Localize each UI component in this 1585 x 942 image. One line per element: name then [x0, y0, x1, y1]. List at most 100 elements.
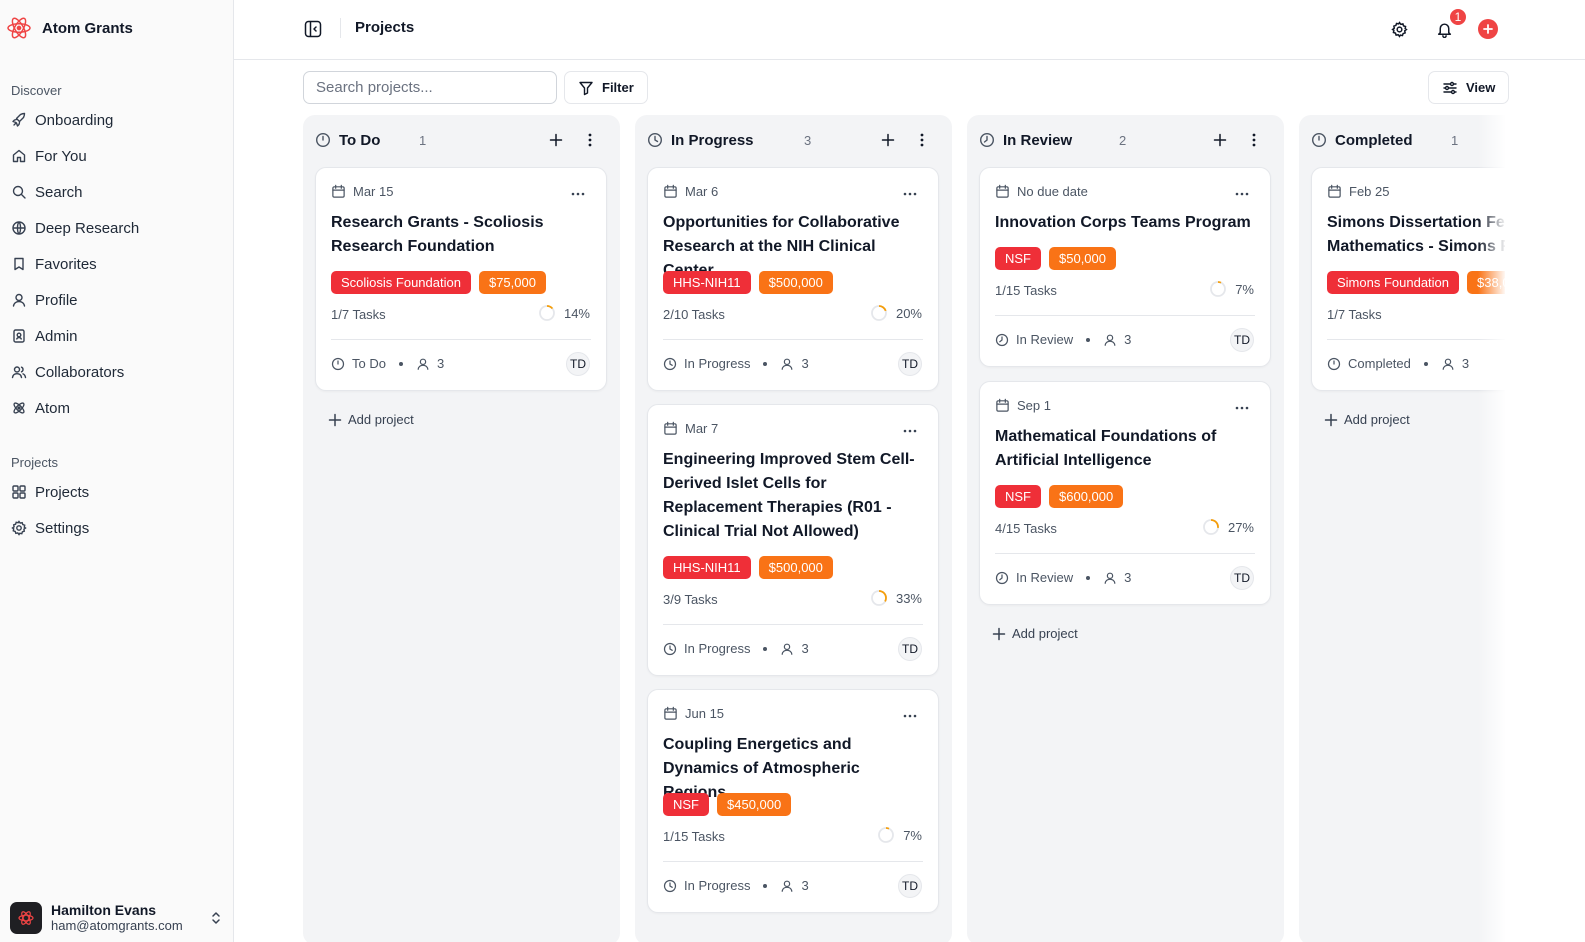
- progress-text: 27%: [1227, 519, 1254, 535]
- column-title: To Do: [339, 131, 381, 149]
- agency-tag: NSF: [663, 793, 709, 816]
- card-progress: 7%: [1209, 280, 1254, 298]
- filter-button[interactable]: Filter: [564, 71, 648, 104]
- user-name: Hamilton Evans: [51, 902, 157, 918]
- add-project-label: Add project: [1344, 412, 1410, 427]
- clock-icon: [663, 642, 677, 655]
- user-menu[interactable]: Hamilton Evans ham@atomgrants.com: [10, 894, 224, 942]
- column-menu-button[interactable]: [914, 129, 930, 151]
- card-menu-button[interactable]: [570, 188, 586, 200]
- card-menu-button[interactable]: [1234, 402, 1250, 414]
- card-menu-button[interactable]: [902, 188, 918, 200]
- card-due-date: No due date: [995, 184, 1088, 199]
- chevron-up-down-icon[interactable]: [208, 910, 224, 926]
- add-card-button[interactable]: [877, 129, 899, 151]
- bookmark-icon: [14, 257, 24, 271]
- notifications-button[interactable]: 1: [1430, 7, 1468, 43]
- progress-ring-icon: [871, 590, 887, 606]
- search-input[interactable]: [303, 71, 557, 104]
- sidebar-item-profile[interactable]: Profile: [0, 282, 234, 318]
- top-header: Projects 1: [234, 0, 1585, 60]
- clock-icon: [647, 132, 663, 148]
- card-tags: NSF $50,000: [995, 247, 1116, 270]
- add-project-button[interactable]: Add project: [1324, 412, 1410, 427]
- project-card[interactable]: Feb 25 Simons Dissertation Fellowship in…: [1311, 167, 1505, 391]
- sidebar-toggle-button[interactable]: [300, 16, 326, 42]
- assignee-avatar[interactable]: TD: [566, 352, 590, 376]
- view-button[interactable]: View: [1428, 71, 1510, 104]
- card-due-date: Mar 7: [663, 421, 718, 436]
- progress-ring-icon: [871, 305, 887, 321]
- sidebar-item-projects[interactable]: Projects: [0, 474, 234, 510]
- column-header: In Progress 3: [647, 129, 940, 151]
- card-tags: HHS-NIH11 $500,000: [663, 556, 833, 579]
- amount-tag: $500,000: [758, 556, 833, 579]
- column-count: 1: [1451, 132, 1459, 148]
- column-title: In Progress: [671, 131, 754, 149]
- create-button[interactable]: [1474, 15, 1502, 43]
- assignee-avatar[interactable]: TD: [898, 874, 922, 898]
- card-progress: 14%: [538, 304, 590, 322]
- card-divider: [995, 315, 1255, 316]
- agency-tag: NSF: [995, 247, 1041, 270]
- sidebar-item-for-you[interactable]: For You: [0, 138, 234, 174]
- card-menu-button[interactable]: [902, 425, 918, 437]
- home-icon: [12, 149, 26, 163]
- member-count: 3: [1461, 356, 1470, 371]
- assignee-avatar[interactable]: TD: [1230, 328, 1254, 352]
- more-horizontal-icon: [903, 714, 917, 718]
- sidebar-item-atom[interactable]: Atom: [0, 390, 234, 426]
- brand[interactable]: Atom Grants: [6, 14, 133, 42]
- progress-text: 7%: [1235, 281, 1254, 297]
- sidebar-item-collaborators[interactable]: Collaborators: [0, 354, 234, 390]
- project-card[interactable]: Mar 6 Opportunities for Collaborative Re…: [647, 167, 939, 391]
- clock-half-icon: [995, 333, 1009, 346]
- project-card[interactable]: Sep 1 Mathematical Foundations of Artifi…: [979, 381, 1271, 605]
- user-icon: [1104, 572, 1116, 584]
- card-menu-button[interactable]: [902, 710, 918, 722]
- assignee-avatar[interactable]: TD: [898, 637, 922, 661]
- sidebar-item-deep-research[interactable]: Deep Research: [0, 210, 234, 246]
- clock-icon: [331, 357, 345, 370]
- project-card[interactable]: No due date Innovation Corps Teams Progr…: [979, 167, 1271, 367]
- user-icon: [1442, 358, 1454, 370]
- project-card[interactable]: Jun 15 Coupling Energetics and Dynamics …: [647, 689, 939, 913]
- column-menu-button[interactable]: [1246, 129, 1262, 151]
- discover-heading: Discover: [11, 83, 62, 98]
- assignee-avatar[interactable]: TD: [898, 352, 922, 376]
- settings-button[interactable]: [1385, 15, 1413, 43]
- project-card[interactable]: Mar 7 Engineering Improved Stem Cell-Der…: [647, 404, 939, 676]
- sidebar-item-admin[interactable]: Admin: [0, 318, 234, 354]
- add-card-button[interactable]: [545, 129, 567, 151]
- progress-text: 14%: [563, 305, 590, 321]
- card-progress: 20%: [870, 304, 922, 322]
- card-progress: 7%: [877, 826, 922, 844]
- sidebar-item-onboarding[interactable]: Onboarding: [0, 102, 234, 138]
- card-menu-button[interactable]: [1234, 188, 1250, 200]
- sidebar-item-settings[interactable]: Settings: [0, 510, 234, 546]
- clock-half-icon: [979, 132, 995, 148]
- amount-tag: $75,000: [478, 271, 546, 294]
- sidebar-item-favorites[interactable]: Favorites: [0, 246, 234, 282]
- sidebar-item-search[interactable]: Search: [0, 174, 234, 210]
- column-menu-button[interactable]: [582, 129, 598, 151]
- clock-icon: [663, 357, 677, 370]
- add-project-button[interactable]: Add project: [328, 412, 414, 427]
- add-project-button[interactable]: Add project: [992, 626, 1078, 641]
- sliders-icon: [1443, 81, 1457, 94]
- kanban-board: To Do 1 Mar 15 Research Grants - Scolios…: [303, 115, 1505, 942]
- member-count: 3: [801, 356, 809, 371]
- add-card-button[interactable]: [1209, 129, 1231, 151]
- date-text: Sep 1: [1017, 398, 1051, 413]
- card-footer: In Review 3: [995, 332, 1131, 347]
- date-text: No due date: [1017, 184, 1088, 199]
- agency-tag: HHS-NIH11: [663, 271, 751, 294]
- assignee-avatar[interactable]: TD: [1230, 566, 1254, 590]
- column-header: Completed 1: [1311, 129, 1505, 151]
- column-count: 2: [1119, 132, 1127, 148]
- column-to-do: To Do 1 Mar 15 Research Grants - Scolios…: [303, 115, 620, 942]
- card-due-date: Mar 6: [663, 184, 718, 199]
- sidebar-item-label: Deep Research: [35, 219, 140, 237]
- card-footer: In Progress 3: [663, 641, 809, 656]
- project-card[interactable]: Mar 15 Research Grants - Scoliosis Resea…: [315, 167, 607, 391]
